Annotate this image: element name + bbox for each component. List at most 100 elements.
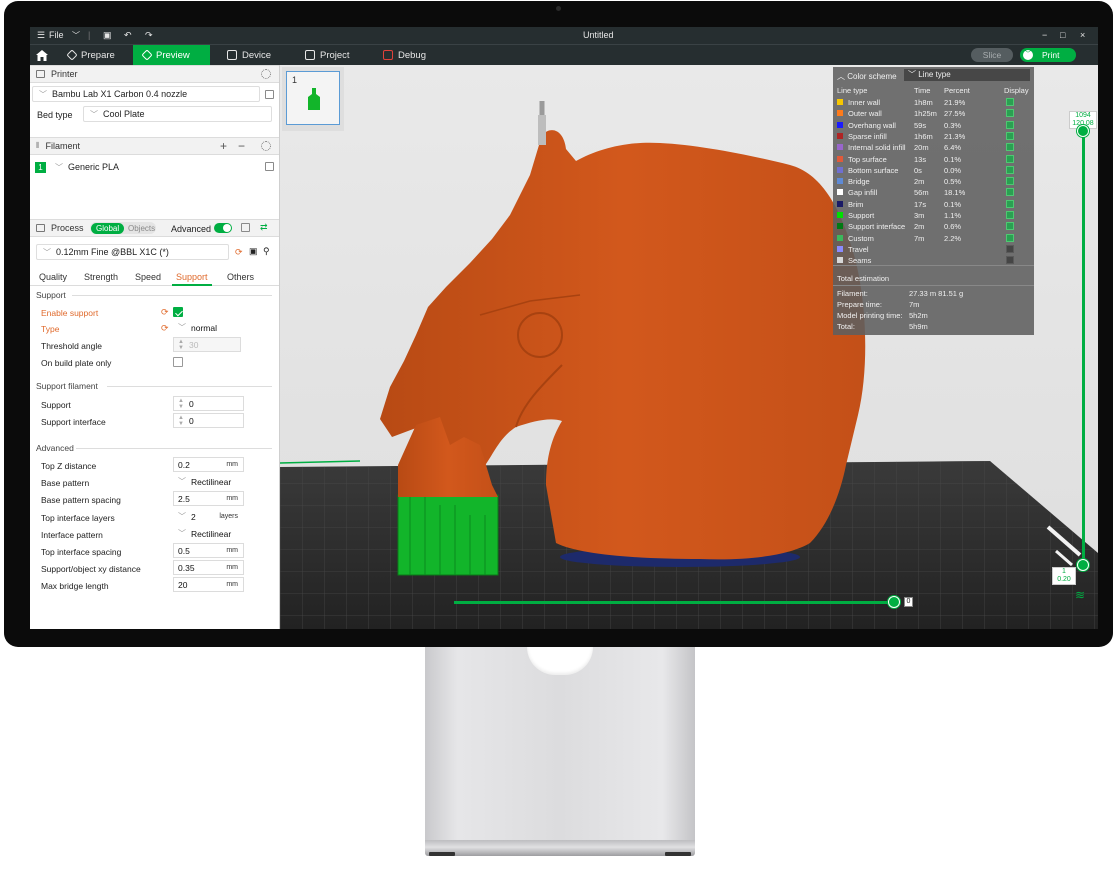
legend-row[interactable]: Outer wall 1h25m 27.5%: [837, 108, 1031, 119]
color-scheme-dropdown[interactable]: ﹀ Line type: [904, 69, 1030, 81]
filament-slot-badge[interactable]: 1: [35, 162, 46, 173]
base-pattern-dropdown[interactable]: ﹀ Rectilinear: [173, 474, 244, 489]
global-toggle[interactable]: Global: [91, 223, 125, 234]
printer-preset-dropdown[interactable]: ﹀ Bambu Lab X1 Carbon 0.4 nozzle: [32, 86, 260, 102]
print-dropdown-chevron-icon[interactable]: ﹀: [1023, 50, 1033, 60]
build-plate-only-checkbox[interactable]: [173, 357, 183, 367]
slice-button[interactable]: Slice: [971, 48, 1013, 62]
display-toggle-checkbox[interactable]: [1006, 188, 1014, 197]
base-pattern-spacing-input[interactable]: 2.5 mm: [173, 491, 244, 506]
3d-viewport[interactable]: 1 ︿ Color scheme ﹀ Line type Line type T…: [280, 65, 1098, 629]
display-toggle-checkbox[interactable]: [1006, 244, 1014, 253]
tab-support[interactable]: Support: [176, 272, 208, 282]
revert-support-type-icon[interactable]: ⟳: [161, 323, 169, 334]
layers-icon[interactable]: ≋: [1075, 589, 1089, 601]
add-filament-button[interactable]: +: [220, 139, 227, 153]
maximize-icon[interactable]: □: [1060, 30, 1065, 41]
legend-row[interactable]: Brim 17s 0.1%: [837, 199, 1031, 210]
support-interface-filament-input[interactable]: ▲ ▼ 0: [173, 413, 244, 428]
print-button[interactable]: ﹀ Print: [1020, 48, 1076, 62]
tab-preview[interactable]: Preview: [133, 45, 210, 65]
tab-device[interactable]: Device: [217, 45, 281, 65]
redo-icon[interactable]: ↷: [145, 30, 153, 41]
display-toggle-checkbox[interactable]: [1006, 143, 1014, 152]
legend-row[interactable]: Bridge 2m 0.5%: [837, 176, 1031, 187]
stepper-icon[interactable]: ▲ ▼: [178, 398, 185, 410]
printer-settings-gear-icon[interactable]: [261, 69, 271, 79]
display-toggle-checkbox[interactable]: [1006, 165, 1014, 174]
tab-project[interactable]: Project: [295, 45, 360, 65]
top-z-distance-input[interactable]: 0.2 mm: [173, 457, 244, 472]
display-toggle-checkbox[interactable]: [1006, 177, 1014, 186]
threshold-angle-input[interactable]: ▲ ▼ 30: [173, 337, 241, 352]
legend-row[interactable]: Overhang wall 59s 0.3%: [837, 120, 1031, 131]
undo-icon[interactable]: ↶: [124, 30, 132, 41]
close-icon[interactable]: ×: [1080, 30, 1085, 41]
save-icon[interactable]: ▣: [103, 30, 112, 41]
layer-slider-track[interactable]: [1082, 133, 1085, 567]
stepper-icon[interactable]: ▲ ▼: [178, 415, 185, 427]
search-icon[interactable]: ⚲: [263, 246, 270, 257]
display-toggle-checkbox[interactable]: [1006, 233, 1014, 242]
display-toggle-checkbox[interactable]: [1006, 199, 1014, 208]
collapse-chevron-icon[interactable]: ︿: [837, 72, 845, 81]
move-slider-handle[interactable]: [888, 596, 900, 608]
bed-type-dropdown[interactable]: ﹀ Cool Plate: [83, 106, 272, 122]
advanced-toggle[interactable]: [214, 223, 232, 233]
minimize-icon[interactable]: −: [1042, 30, 1047, 41]
legend-row[interactable]: Travel: [837, 244, 1031, 255]
tab-quality[interactable]: Quality: [39, 272, 67, 282]
tab-prepare[interactable]: Prepare: [58, 45, 125, 65]
remove-filament-button[interactable]: −: [238, 139, 245, 153]
enable-support-checkbox[interactable]: [173, 307, 183, 317]
filament-edit-icon[interactable]: [265, 162, 274, 171]
filament-preset-dropdown[interactable]: ﹀ Generic PLA: [48, 159, 260, 175]
hamburger-menu-icon[interactable]: ☰: [37, 30, 45, 41]
move-slider-track[interactable]: [454, 601, 896, 604]
interface-pattern-dropdown[interactable]: ﹀ Rectilinear: [173, 526, 244, 541]
top-interface-spacing-input[interactable]: 0.5 mm: [173, 543, 244, 558]
save-preset-icon[interactable]: ▣: [249, 246, 258, 257]
display-toggle-checkbox[interactable]: [1006, 120, 1014, 129]
file-menu[interactable]: File: [49, 30, 64, 41]
display-toggle-checkbox[interactable]: [1006, 131, 1014, 140]
display-toggle-checkbox[interactable]: [1006, 98, 1014, 106]
legend-row[interactable]: Gap infill 56m 18.1%: [837, 187, 1031, 198]
layer-slider-bottom-handle[interactable]: [1077, 559, 1089, 571]
home-icon[interactable]: [30, 45, 54, 65]
layer-slider-top-handle[interactable]: [1077, 125, 1089, 137]
support-type-dropdown[interactable]: ﹀ normal: [173, 320, 244, 335]
display-toggle-checkbox[interactable]: [1006, 109, 1014, 118]
filament-settings-gear-icon[interactable]: [261, 141, 271, 151]
objects-toggle[interactable]: Objects: [123, 223, 160, 234]
legend-row[interactable]: Support interface 2m 0.6%: [837, 221, 1031, 232]
legend-row[interactable]: Support 3m 1.1%: [837, 210, 1031, 221]
display-toggle-checkbox[interactable]: [1006, 256, 1014, 265]
process-list-icon[interactable]: [241, 223, 250, 232]
support-filament-input[interactable]: ▲ ▼ 0: [173, 396, 244, 411]
legend-row[interactable]: Sparse infill 1h6m 21.3%: [837, 131, 1031, 142]
legend-row[interactable]: Internal solid infill 20m 6.4%: [837, 142, 1031, 153]
display-toggle-checkbox[interactable]: [1006, 222, 1014, 231]
legend-row[interactable]: Top surface 13s 0.1%: [837, 154, 1031, 165]
printer-edit-icon[interactable]: [265, 90, 274, 99]
tab-debug[interactable]: Debug: [373, 45, 436, 65]
process-preset-dropdown[interactable]: ﹀ 0.12mm Fine @BBL X1C (*): [36, 244, 229, 260]
plate-thumbnail[interactable]: 1: [286, 71, 340, 125]
display-toggle-checkbox[interactable]: [1006, 154, 1014, 163]
file-menu-chevron-icon[interactable]: ﹀: [72, 30, 80, 41]
legend-row[interactable]: Inner wall 1h8m 21.9%: [837, 97, 1031, 108]
top-interface-layers-dropdown[interactable]: ﹀ 2 layers: [173, 509, 244, 524]
support-object-xy-distance-input[interactable]: 0.35 mm: [173, 560, 244, 575]
display-toggle-checkbox[interactable]: [1006, 211, 1014, 219]
revert-preset-icon[interactable]: ⟳: [235, 247, 243, 258]
legend-row[interactable]: Custom 7m 2.2%: [837, 233, 1031, 244]
tab-others[interactable]: Others: [227, 272, 254, 282]
process-compare-icon[interactable]: ⇄: [260, 222, 268, 233]
revert-enable-support-icon[interactable]: ⟳: [161, 307, 169, 318]
max-bridge-length-input[interactable]: 20 mm: [173, 577, 244, 592]
tab-speed[interactable]: Speed: [135, 272, 161, 282]
stepper-icon[interactable]: ▲ ▼: [178, 339, 185, 351]
tab-strength[interactable]: Strength: [84, 272, 118, 282]
legend-row[interactable]: Bottom surface 0s 0.0%: [837, 165, 1031, 176]
